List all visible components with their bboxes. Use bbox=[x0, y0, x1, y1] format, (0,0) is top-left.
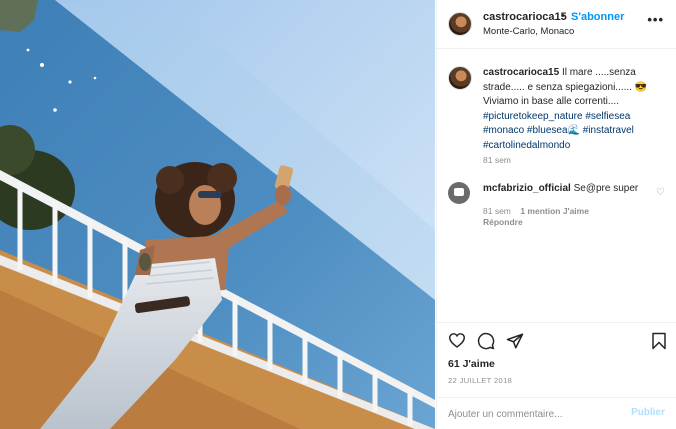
caption-line-2: strade..... e senza spiegazioni...... 😎 bbox=[483, 81, 648, 93]
post-actions: 61 J'aime 22 JUILLET 2018 bbox=[437, 322, 676, 398]
post-location[interactable]: Monte-Carlo, Monaco bbox=[483, 26, 574, 37]
heart-icon[interactable] bbox=[448, 332, 466, 348]
caption-line-1: Il mare .....senza bbox=[559, 67, 636, 78]
caption-line-3: Viviamo in base alle correnti.... bbox=[483, 96, 619, 107]
share-icon[interactable] bbox=[506, 332, 524, 350]
hashtag-link[interactable]: #instatravel bbox=[583, 125, 634, 136]
caption-text: castrocarioca15 Il mare .....senza strad… bbox=[483, 66, 668, 153]
likes-count[interactable]: 61 J'aime bbox=[448, 358, 495, 370]
bookmark-icon[interactable] bbox=[651, 332, 667, 350]
hashtag-link[interactable]: #selfiesea bbox=[585, 111, 630, 122]
reply-button[interactable]: Répondre bbox=[483, 217, 523, 227]
comment-meta: 81 sem 1 mention J'aime bbox=[483, 206, 589, 216]
comment-body: Se@pre super bbox=[573, 183, 639, 194]
hashtag-link[interactable]: #picturetokeep_nature bbox=[483, 111, 583, 122]
commenter-username[interactable]: mcfabrizio_official bbox=[483, 183, 571, 194]
separator-dot: • bbox=[561, 10, 565, 22]
caption-avatar[interactable] bbox=[448, 66, 472, 90]
add-comment-bar: Publier bbox=[437, 397, 676, 429]
post-side-panel: castrocarioca15 • S'abonner Monte-Carlo,… bbox=[436, 0, 676, 429]
post-photo[interactable] bbox=[0, 0, 435, 429]
hashtag-link[interactable]: #monaco bbox=[483, 125, 524, 136]
photo-illustration bbox=[0, 0, 435, 429]
more-horizontal-icon[interactable]: ••• bbox=[647, 12, 664, 27]
hashtag-link[interactable]: #cartolinedalmondo bbox=[483, 140, 570, 151]
author-username[interactable]: castrocarioca15 bbox=[483, 11, 567, 23]
comment-input[interactable] bbox=[448, 407, 618, 421]
caption-username[interactable]: castrocarioca15 bbox=[483, 67, 559, 78]
commenter-avatar[interactable] bbox=[448, 182, 470, 204]
post-header: castrocarioca15 • S'abonner Monte-Carlo,… bbox=[437, 0, 676, 49]
follow-button[interactable]: S'abonner bbox=[571, 11, 624, 23]
author-avatar[interactable] bbox=[448, 12, 472, 36]
instagram-post-view: castrocarioca15 • S'abonner Monte-Carlo,… bbox=[0, 0, 676, 429]
comment-likes-count[interactable]: 1 mention J'aime bbox=[520, 206, 589, 216]
post-date: 22 JUILLET 2018 bbox=[448, 376, 513, 385]
comment-timestamp: 81 sem bbox=[483, 206, 511, 216]
comment-icon[interactable] bbox=[477, 332, 495, 350]
comment-text: mcfabrizio_official Se@pre super bbox=[483, 183, 638, 194]
hashtag-link[interactable]: #bluesea🌊 bbox=[527, 125, 580, 136]
caption-timestamp: 81 sem bbox=[483, 155, 511, 165]
post-comment-button[interactable]: Publier bbox=[631, 407, 665, 418]
comment-like-heart-icon[interactable]: ♡ bbox=[656, 187, 665, 198]
